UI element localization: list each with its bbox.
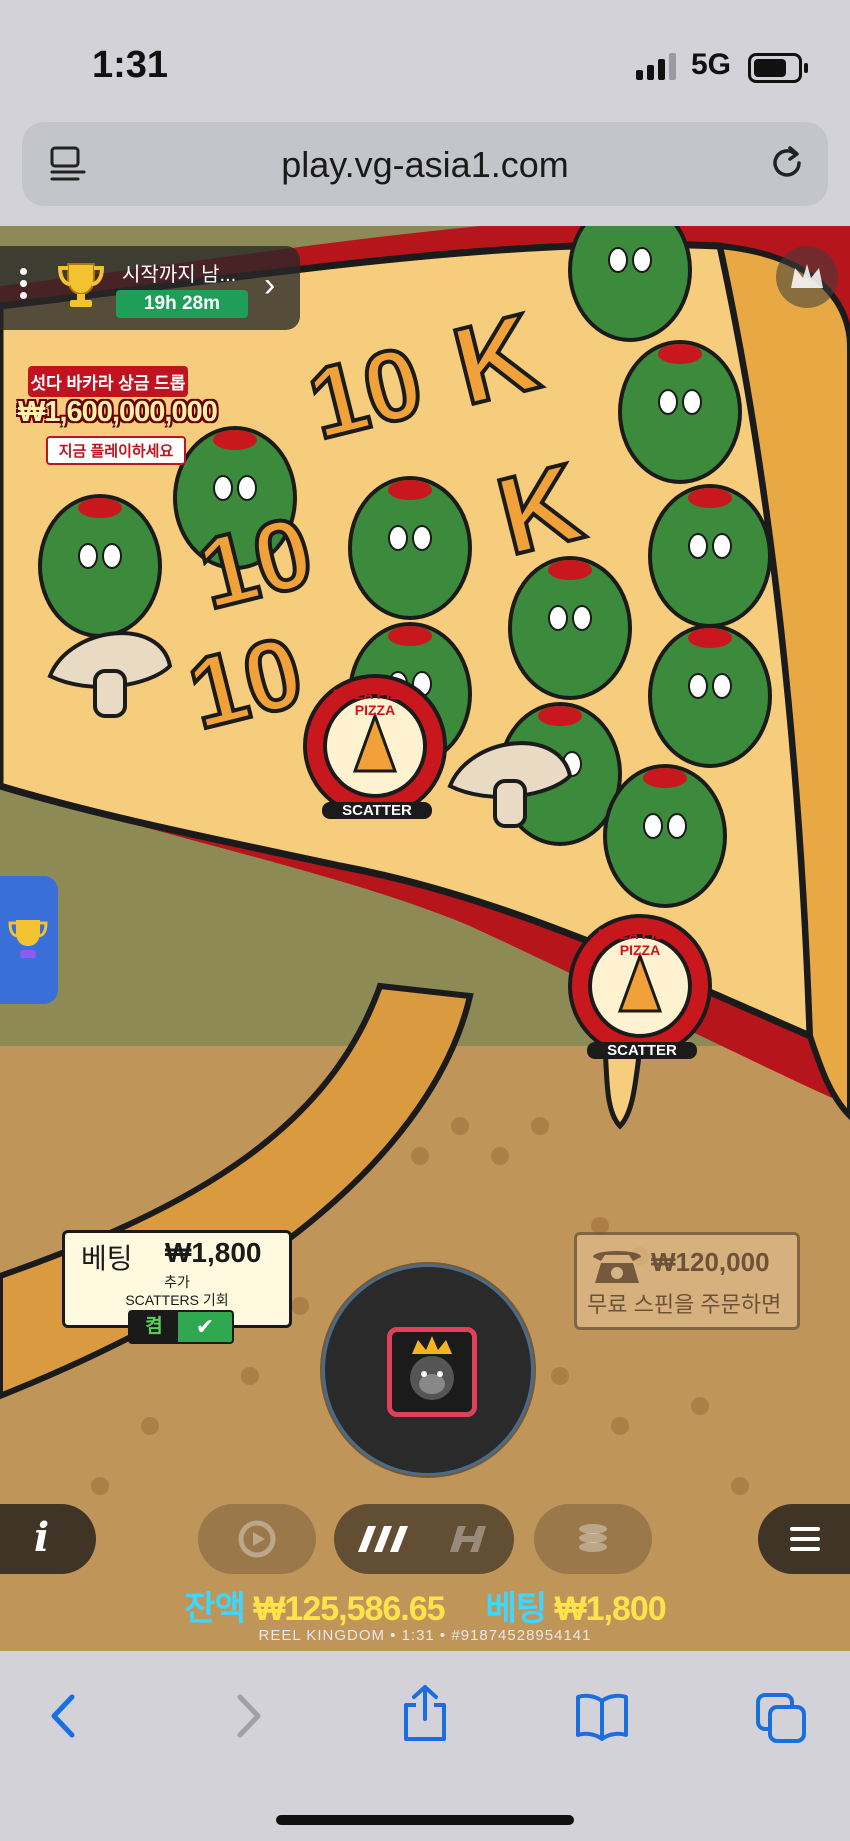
autoplay-button[interactable] [198, 1504, 316, 1574]
status-bar: 1:31 5G [0, 0, 850, 120]
tournament-widget[interactable]: 시작까지 남... 19h 28m › [0, 246, 300, 330]
url-text: play.vg-asia1.com [281, 144, 569, 185]
browser-address-bar: play.vg-asia1.com [0, 120, 850, 226]
scatter-label-a: SCATTER [322, 802, 432, 819]
tabs-icon[interactable] [754, 1691, 808, 1745]
tournament-label: 시작까지 남... [122, 264, 237, 286]
extra-scatters-text: 추가 SCATTERS 기회 [65, 1273, 289, 1309]
battery-icon [748, 53, 808, 83]
spin-button[interactable] [322, 1264, 534, 1476]
info-button[interactable]: i [0, 1504, 96, 1574]
balance-label: 잔액 [184, 1590, 246, 1628]
footer-bet-label: 베팅 [485, 1590, 547, 1628]
toggle-on-label: 켬 [145, 1316, 163, 1337]
checkmark-icon: ✔ [178, 1312, 232, 1342]
browser-toolbar [0, 1651, 850, 1841]
info-icon: i [34, 1514, 50, 1561]
home-indicator[interactable] [276, 1815, 574, 1825]
bet-amount: ₩1,800 [165, 1237, 262, 1268]
footer-bet-value: ₩1,800 [554, 1590, 667, 1628]
network-label: 5G [691, 48, 732, 81]
back-icon[interactable] [44, 1691, 84, 1741]
more-options-icon[interactable] [20, 268, 28, 304]
promo-amount: ₩1,600,000,000 [18, 396, 218, 428]
extra-line-2: SCATTERS 기회 [125, 1292, 229, 1308]
bet-settings-button[interactable] [534, 1504, 652, 1574]
promo-play-button[interactable]: 지금 플레이하세요 [46, 436, 186, 465]
reload-icon[interactable] [766, 142, 808, 184]
hyper-icon [450, 1526, 486, 1552]
promo-title: 섯다 바카라 상금 드롭 [28, 366, 188, 397]
share-icon[interactable] [400, 1683, 450, 1743]
clock: 1:31 [92, 44, 169, 86]
trophy-icon [58, 263, 104, 307]
crown-logo-button[interactable] [776, 246, 838, 308]
chevron-right-icon[interactable]: › [264, 266, 275, 305]
buy-text: 무료 스핀을 주문하면 [587, 1292, 782, 1317]
balance-value: ₩125,586.65 [253, 1590, 445, 1628]
signal-icon [636, 53, 676, 80]
extra-line-1: 추가 [164, 1274, 190, 1290]
phone-icon [593, 1251, 641, 1283]
gorilla-king-icon [387, 1327, 477, 1417]
bookmarks-icon[interactable] [574, 1691, 630, 1741]
autoplay-icon [238, 1520, 276, 1558]
scatter-label-b: SCATTER [587, 1042, 697, 1059]
extra-scatters-toggle[interactable]: 켬 ✔ [128, 1310, 234, 1344]
scatter-text-b: PIZZA PIZZA PIZZA [597, 926, 683, 958]
coins-icon [579, 1524, 607, 1552]
tournament-countdown: 19h 28m [116, 290, 248, 318]
side-trophy-button[interactable] [0, 876, 58, 1004]
game-canvas[interactable]: 10 10 10 K K PIZZA PIZZA PIZZA SCATTER P… [0, 226, 850, 1651]
crown-icon [791, 264, 823, 288]
url-field[interactable]: play.vg-asia1.com [22, 122, 828, 206]
build-info: REEL KINGDOM • 1:31 • #91874528954141 [258, 1627, 592, 1644]
bet-label: 베팅 [81, 1243, 133, 1274]
menu-button[interactable] [758, 1504, 850, 1574]
promo-banner[interactable]: 섯다 바카라 상금 드롭 ₩1,600,000,000 지금 플레이하세요 [18, 366, 218, 506]
scatter-text-a: PIZZA PIZZA PIZZA [332, 686, 418, 718]
balance-bar: 잔액 ₩125,586.65 베팅 ₩1,800 [0, 1581, 850, 1630]
forward-icon[interactable] [228, 1691, 268, 1741]
trophy-icon [8, 920, 48, 958]
buy-amount: ₩120,000 [651, 1247, 770, 1277]
turbo-button[interactable] [334, 1504, 514, 1574]
buy-free-spins-button[interactable]: ₩120,000 무료 스핀을 주문하면 [574, 1232, 800, 1330]
turbo-icon [358, 1526, 408, 1552]
